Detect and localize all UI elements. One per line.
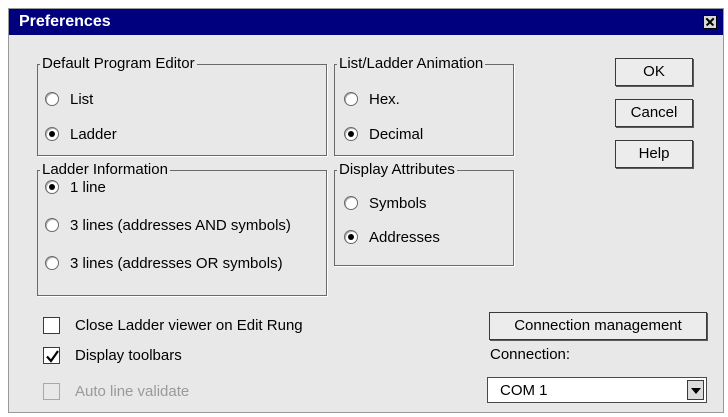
radio-1-line[interactable]: 1 line (45, 177, 106, 197)
radio-button[interactable] (344, 92, 358, 106)
chevron-down-icon[interactable] (687, 380, 704, 400)
ok-button[interactable]: OK (615, 58, 693, 86)
radio-button[interactable] (45, 92, 59, 106)
radio-label: Hex. (369, 90, 400, 108)
radio-label: List (70, 90, 94, 108)
radio-list[interactable]: List (45, 89, 93, 109)
checkbox[interactable] (43, 316, 60, 334)
radio-decimal[interactable]: Decimal (344, 124, 423, 144)
display-attributes-group: Display Attributes Symbols Addresses (334, 162, 514, 266)
radio-addresses[interactable]: Addresses (344, 227, 440, 247)
dialog-title: Preferences (19, 13, 111, 30)
connection-management-button[interactable]: Connection management (489, 312, 707, 340)
radio-label: Decimal (369, 125, 424, 143)
radio-symbols[interactable]: Symbols (344, 193, 427, 213)
checkbox-label: Close Ladder viewer on Edit Rung (75, 316, 303, 334)
checkbox-disabled (43, 382, 60, 400)
connection-value: COM 1 (500, 382, 548, 399)
radio-ladder[interactable]: Ladder (45, 124, 117, 144)
radio-button[interactable] (45, 218, 59, 232)
checkbox-display-toolbars[interactable]: Display toolbars (43, 345, 182, 365)
help-button[interactable]: Help (615, 140, 693, 168)
ladder-information-group: Ladder Information 1 line 3 lines (addre… (37, 162, 327, 296)
radio-button-selected[interactable] (344, 127, 358, 141)
checkmark-icon (46, 349, 59, 363)
radio-label: 3 lines (addresses OR symbols) (70, 254, 283, 272)
radio-button-selected[interactable] (45, 180, 59, 194)
radio-label: Symbols (369, 194, 427, 212)
checkbox-checked[interactable] (43, 346, 60, 364)
radio-label: Addresses (369, 228, 440, 246)
group-legend: Default Program Editor (42, 55, 195, 72)
checkbox-auto-line-validate: Auto line validate (43, 381, 189, 401)
checkbox-label: Display toolbars (75, 346, 182, 364)
group-legend: List/Ladder Animation (339, 55, 484, 72)
checkbox-label: Auto line validate (75, 382, 190, 400)
title-bar[interactable]: Preferences (9, 9, 723, 35)
radio-label: 3 lines (addresses AND symbols) (70, 216, 291, 234)
radio-button[interactable] (344, 196, 358, 210)
connection-label: Connection: (490, 346, 571, 363)
connection-select[interactable]: COM 1 (487, 377, 707, 403)
close-icon[interactable] (703, 15, 717, 29)
radio-button-selected[interactable] (344, 230, 358, 244)
radio-3-lines-or[interactable]: 3 lines (addresses OR symbols) (45, 253, 283, 273)
radio-hex[interactable]: Hex. (344, 89, 400, 109)
radio-button[interactable] (45, 256, 59, 270)
group-legend: Ladder Information (42, 161, 168, 178)
radio-button-selected[interactable] (45, 127, 59, 141)
list-ladder-animation-group: List/Ladder Animation Hex. Decimal (334, 56, 514, 156)
group-legend: Display Attributes (339, 161, 455, 178)
default-program-editor-group: Default Program Editor List Ladder (37, 56, 327, 156)
radio-3-lines-and[interactable]: 3 lines (addresses AND symbols) (45, 215, 291, 235)
preferences-dialog: Preferences Default Program Editor List … (8, 8, 724, 413)
radio-label: Ladder (70, 125, 117, 143)
radio-label: 1 line (70, 178, 106, 196)
checkbox-close-ladder-viewer[interactable]: Close Ladder viewer on Edit Rung (43, 315, 303, 335)
cancel-button[interactable]: Cancel (615, 99, 693, 127)
